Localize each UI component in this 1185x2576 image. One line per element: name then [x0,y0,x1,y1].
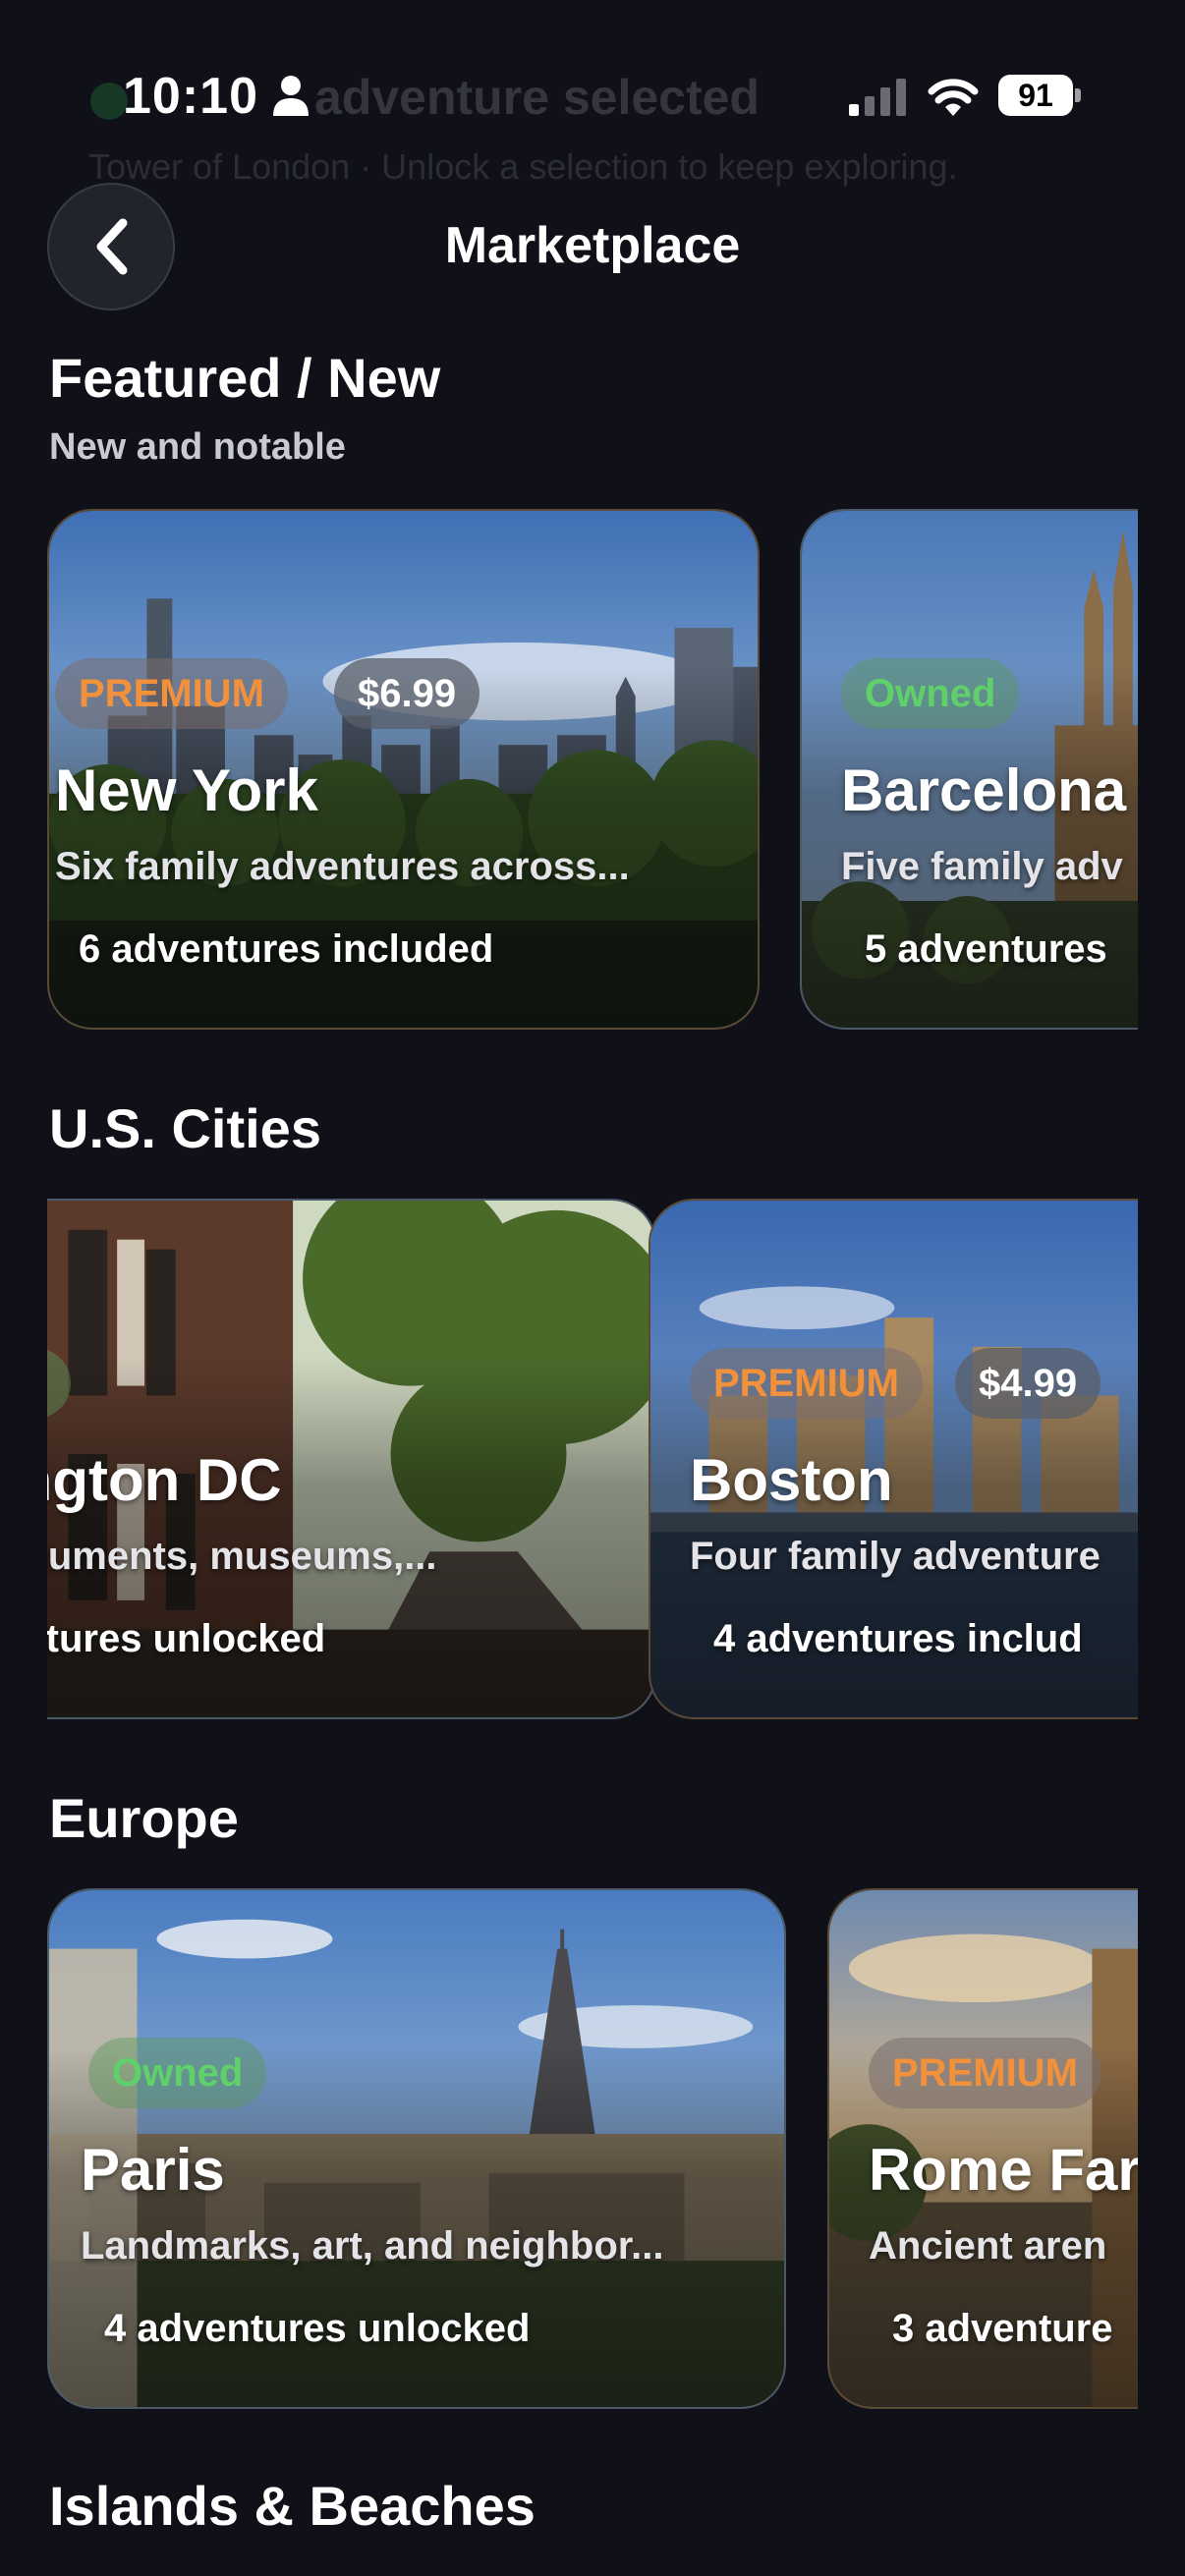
premium-badge: PREMIUM [690,1348,923,1419]
card-title: Barcelona [841,757,1127,823]
marketplace-screen: adventure selected Tower of London · Unl… [0,0,1185,2576]
price-badge: $6.99 [334,658,480,729]
card-description: Six family adventures across... [55,845,630,888]
card-new-york[interactable]: PREMIUM $6.99 New York Six family advent… [47,509,760,1030]
ghost-toast-subtitle: Tower of London · Unlock a selection to … [88,146,958,187]
card-washington-dc[interactable]: d ington DC onuments, museums,... enture… [47,1199,656,1719]
battery-level: 91 [998,75,1073,116]
section-subtitle-featured: New and notable [49,426,346,468]
wifi-icon [928,79,979,116]
card-description: Four family adventure [690,1535,1100,1578]
featured-carousel[interactable]: PREMIUM $6.99 New York Six family advent… [47,509,1138,1030]
premium-badge: PREMIUM [869,2038,1101,2108]
card-title: Boston [690,1447,893,1513]
us-cities-carousel[interactable]: d ington DC onuments, museums,... enture… [47,1199,1138,1719]
section-title-us-cities: U.S. Cities [49,1097,321,1159]
price-badge: $4.99 [955,1348,1101,1419]
premium-badge: PREMIUM [55,658,288,729]
card-adventure-count: 4 adventures unlocked [104,2307,531,2350]
cellular-signal-icon [849,79,906,116]
card-title: Rome Far [869,2137,1138,2203]
card-title: Paris [81,2137,225,2203]
card-barcelona[interactable]: Owned Barcelona Five family adv 5 advent… [800,509,1138,1030]
card-adventure-count: 6 adventures included [79,927,494,971]
section-title-islands: Islands & Beaches [49,2475,536,2537]
section-title-europe: Europe [49,1787,239,1849]
card-title: ington DC [47,1447,282,1513]
card-description: Five family adv [841,845,1123,888]
card-paris[interactable]: Owned Paris Landmarks, art, and neighbor… [47,1888,786,2409]
card-boston[interactable]: PREMIUM $4.99 Boston Four family adventu… [649,1199,1138,1719]
battery-icon: 91 [998,75,1081,116]
card-title: New York [55,757,318,823]
status-bar: adventure selected Tower of London · Unl… [0,0,1185,187]
card-adventure-count: 3 adventure [892,2307,1113,2350]
card-description: onuments, museums,... [47,1535,437,1578]
card-adventure-count: 4 adventures includ [713,1617,1083,1660]
page-title: Marketplace [444,217,741,274]
status-time: 10:10 [123,68,258,125]
person-icon [273,76,309,116]
card-description: Ancient aren [869,2224,1107,2268]
europe-carousel[interactable]: Owned Paris Landmarks, art, and neighbor… [47,1888,1138,2409]
section-title-featured: Featured / New [49,347,441,409]
owned-badge: Owned [841,658,1020,729]
card-adventure-count: entures unlocked [47,1617,326,1660]
owned-badge: Owned [88,2038,267,2108]
card-description: Landmarks, art, and neighbor... [81,2224,664,2268]
card-rome[interactable]: PREMIUM Rome Far Ancient aren 3 adventur… [827,1888,1138,2409]
battery-tip [1075,88,1081,102]
card-adventure-count: 5 adventures [865,927,1107,971]
